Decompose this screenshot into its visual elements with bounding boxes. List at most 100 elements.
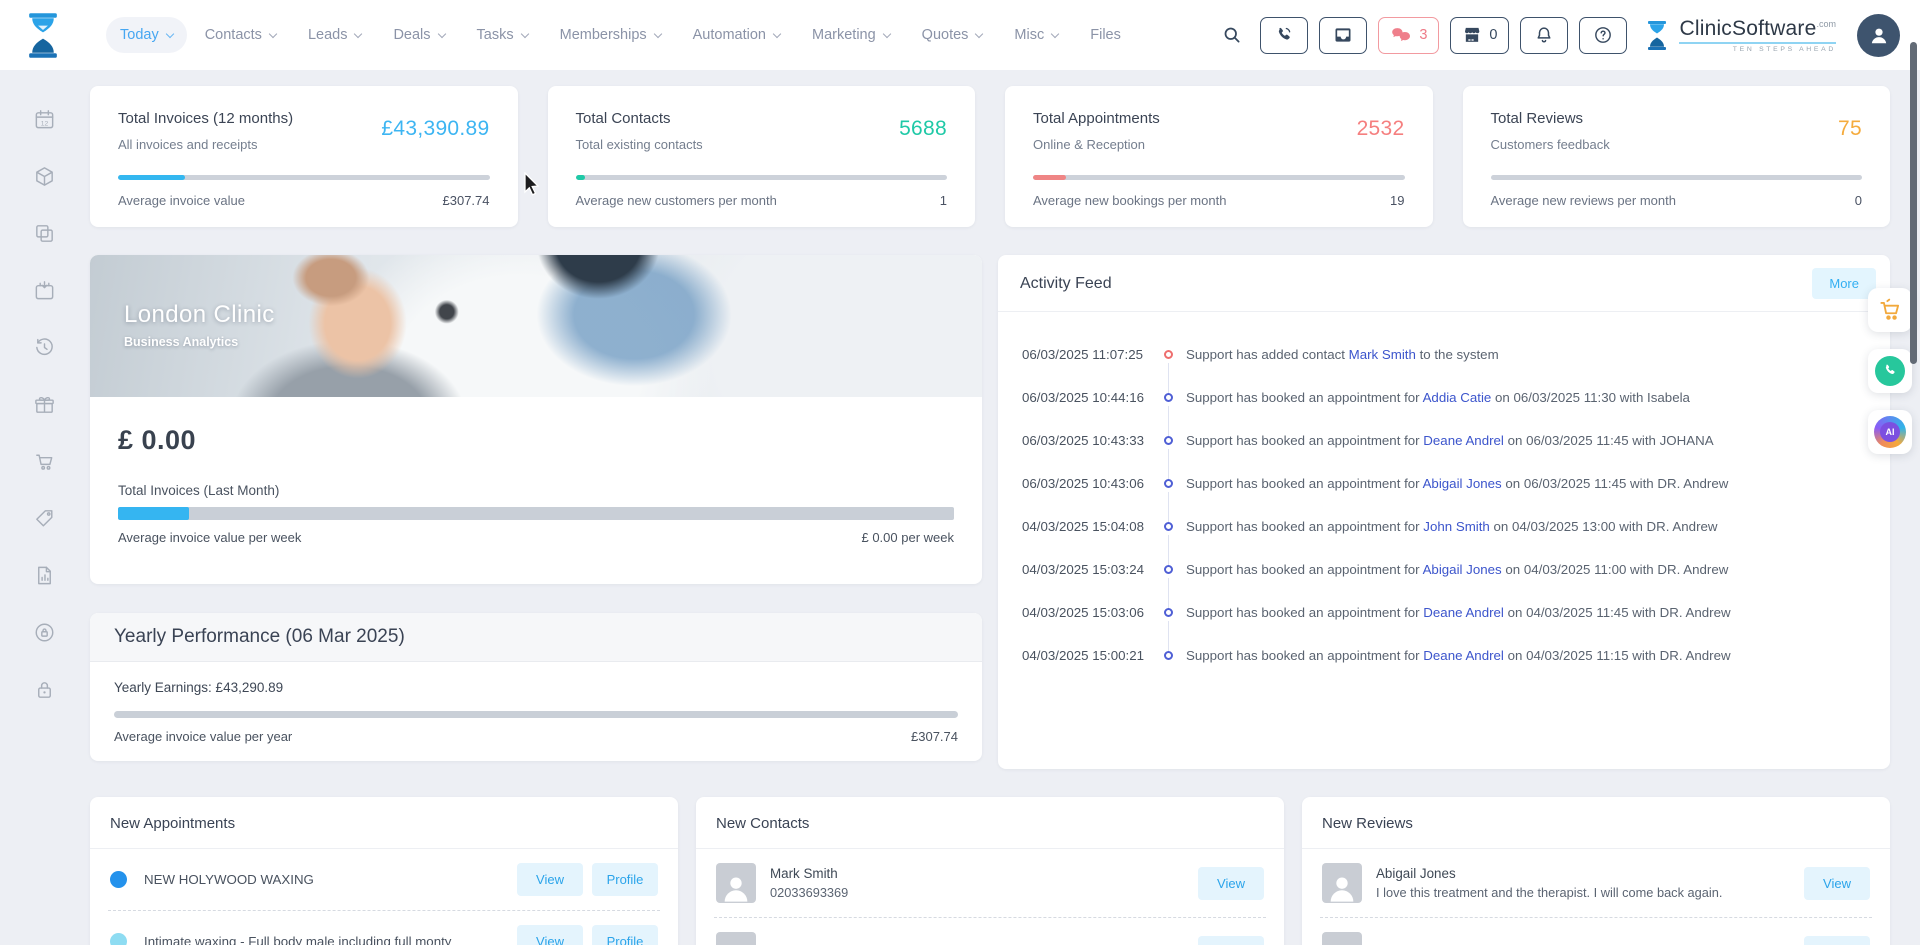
- contact-link[interactable]: Mark Smith: [1349, 347, 1416, 362]
- inbox-button[interactable]: [1319, 17, 1367, 54]
- copy-icon[interactable]: [33, 222, 57, 246]
- view-button[interactable]: View: [1804, 936, 1870, 945]
- chevron-down-icon: [653, 29, 661, 37]
- contact-link[interactable]: Abigail Jones: [1423, 476, 1502, 491]
- stat-title: Total Contacts: [576, 110, 948, 127]
- feed-timestamp: 06/03/2025 10:44:16: [1022, 390, 1150, 405]
- contact-link[interactable]: Deane Andrel: [1423, 605, 1504, 620]
- brand-tld: .com: [1816, 19, 1836, 29]
- gift-icon[interactable]: [33, 393, 57, 417]
- avg-year-value: £307.74: [911, 729, 958, 744]
- avg-week-label: Average invoice value per week: [118, 530, 301, 545]
- activity-more-button[interactable]: More: [1812, 268, 1876, 299]
- report-icon[interactable]: [33, 564, 57, 588]
- calendar-import-icon[interactable]: [33, 279, 57, 303]
- feed-timestamp: 04/03/2025 15:04:08: [1022, 519, 1150, 534]
- feed-row: 04/03/2025 15:03:06 Support has booked a…: [1022, 591, 1866, 634]
- profile-button[interactable]: Profile: [592, 925, 658, 945]
- view-button[interactable]: View: [517, 863, 583, 896]
- review-row: Abigail Jones I love this treatment and …: [1320, 849, 1872, 918]
- inbox-icon: [1333, 25, 1353, 45]
- stat-card: Total Contacts Total existing contacts 5…: [548, 86, 976, 227]
- nav-item-tasks[interactable]: Tasks: [463, 17, 542, 53]
- contact-link[interactable]: Deane Andrel: [1423, 648, 1504, 663]
- calls-button[interactable]: [1260, 17, 1308, 54]
- notifications-button[interactable]: [1520, 17, 1568, 54]
- bell-icon: [1534, 25, 1554, 45]
- whatsapp-icon[interactable]: [1868, 349, 1912, 393]
- feed-timestamp: 04/03/2025 15:03:24: [1022, 562, 1150, 577]
- timeline-dot-icon: [1164, 522, 1173, 531]
- cart-orange-icon[interactable]: [1868, 288, 1912, 332]
- calendar-icon[interactable]: 12: [33, 108, 57, 132]
- ai-icon[interactable]: AI: [1868, 410, 1912, 454]
- profile-button[interactable]: Profile: [592, 863, 658, 896]
- new-contacts-panel: New Contacts Mark Smith 02033693369 View…: [696, 797, 1284, 945]
- chat-button[interactable]: 3: [1378, 17, 1439, 54]
- activity-feed-list: 06/03/2025 11:07:25 Support has added co…: [998, 312, 1890, 677]
- stat-subtitle: Customers feedback: [1491, 137, 1863, 152]
- search-icon: [1222, 25, 1243, 46]
- timeline-dot-icon: [1164, 393, 1173, 402]
- feed-row: 06/03/2025 10:43:06 Support has booked a…: [1022, 462, 1866, 505]
- view-button[interactable]: View: [1804, 867, 1870, 900]
- nav-item-misc[interactable]: Misc: [1000, 17, 1072, 53]
- stat-title: Total Appointments: [1033, 110, 1405, 127]
- vertical-scrollbar[interactable]: [1910, 42, 1917, 364]
- nav-item-memberships[interactable]: Memberships: [546, 17, 675, 53]
- tag-icon[interactable]: [33, 507, 57, 531]
- avg-year-label: Average invoice value per year: [114, 729, 292, 744]
- chevron-down-icon: [354, 29, 362, 37]
- stat-footer-label: Average invoice value: [118, 193, 245, 208]
- contact-link[interactable]: Deane Andrel: [1423, 433, 1504, 448]
- chevron-down-icon: [1051, 29, 1059, 37]
- left-sidebar: 12: [0, 70, 90, 945]
- nav-item-contacts[interactable]: Contacts: [191, 17, 290, 53]
- nav-item-files[interactable]: Files: [1076, 17, 1135, 53]
- nav-item-marketing[interactable]: Marketing: [798, 17, 904, 53]
- timeline-dot-icon: [1164, 436, 1173, 445]
- lock-icon[interactable]: [33, 678, 57, 702]
- stat-progress-fill: [118, 175, 185, 180]
- feed-marker: [1150, 419, 1186, 462]
- nav-item-deals[interactable]: Deals: [379, 17, 458, 53]
- feed-timestamp: 06/03/2025 10:43:06: [1022, 476, 1150, 491]
- hourglass-icon: [23, 12, 63, 59]
- topbar: Today Contacts Leads Deals Tasks Members…: [0, 0, 1920, 70]
- feed-timestamp: 04/03/2025 15:03:06: [1022, 605, 1150, 620]
- yearly-earnings: Yearly Earnings: £43,290.89: [114, 680, 958, 695]
- user-avatar-button[interactable]: [1857, 14, 1900, 57]
- appointment-label: NEW HOLYWOOD WAXING: [144, 872, 508, 887]
- account-lock-icon[interactable]: [33, 621, 57, 645]
- nav-item-quotes[interactable]: Quotes: [908, 17, 997, 53]
- nav-item-automation[interactable]: Automation: [679, 17, 794, 53]
- contact-link[interactable]: Abigail Jones: [1423, 562, 1502, 577]
- chevron-down-icon: [269, 29, 277, 37]
- feed-row: 06/03/2025 10:43:33 Support has booked a…: [1022, 419, 1866, 462]
- search-button[interactable]: [1216, 21, 1249, 50]
- help-button[interactable]: [1579, 17, 1627, 54]
- view-button[interactable]: View: [1198, 936, 1264, 945]
- stat-footer-value: £307.74: [443, 193, 490, 208]
- new-reviews-panel: New Reviews Abigail Jones I love this tr…: [1302, 797, 1890, 945]
- activity-feed-card: Activity Feed More 06/03/2025 11:07:25 S…: [998, 255, 1890, 769]
- history-icon[interactable]: [33, 336, 57, 360]
- new-reviews-title: New Reviews: [1302, 797, 1890, 849]
- main-nav: Today Contacts Leads Deals Tasks Members…: [106, 17, 1135, 53]
- nav-item-today[interactable]: Today: [106, 17, 187, 53]
- nav-item-leads[interactable]: Leads: [294, 17, 376, 53]
- hourglass-icon: [1644, 20, 1670, 51]
- brand-logo: ClinicSoftware.com TEN STEPS AHEAD: [1644, 17, 1836, 53]
- new-contacts-title: New Contacts: [696, 797, 1284, 849]
- contact-link[interactable]: Addia Catie: [1423, 390, 1492, 405]
- stat-progress-fill: [1033, 175, 1066, 180]
- app-logo-icon[interactable]: [20, 12, 66, 59]
- chevron-down-icon: [165, 29, 173, 37]
- stat-footer-value: 0: [1855, 193, 1862, 208]
- package-icon[interactable]: [33, 165, 57, 189]
- cart-icon[interactable]: [33, 450, 57, 474]
- store-button[interactable]: 0: [1450, 17, 1509, 54]
- view-button[interactable]: View: [517, 925, 583, 945]
- contact-link[interactable]: John Smith: [1423, 519, 1490, 534]
- view-button[interactable]: View: [1198, 867, 1264, 900]
